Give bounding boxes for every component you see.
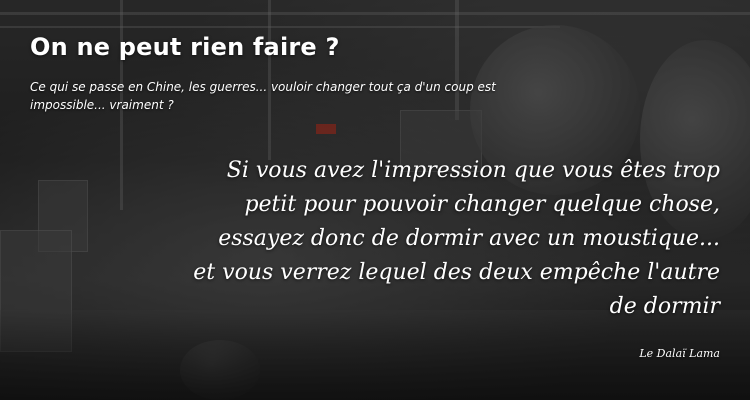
quote-line: essayez donc de dormir avec un moustique… [218,226,720,251]
quote-line: et vous verrez lequel des deux empêche l… [193,260,720,285]
quote-author: Le Dalaï Lama [639,347,720,360]
subtitle: Ce qui se passe en Chine, les guerres...… [30,80,496,112]
page-title: On ne peut rien faire ? [30,33,340,61]
quote-line: de dormir [609,294,720,319]
quote-text: Si vous avez l'impression que vous êtes … [140,154,720,324]
quote-card: On ne peut rien faire ? Ce qui se passe … [0,0,750,400]
quote-line: petit pour pouvoir changer quelque chose… [244,192,720,217]
quote-line: Si vous avez l'impression que vous êtes … [226,158,720,183]
